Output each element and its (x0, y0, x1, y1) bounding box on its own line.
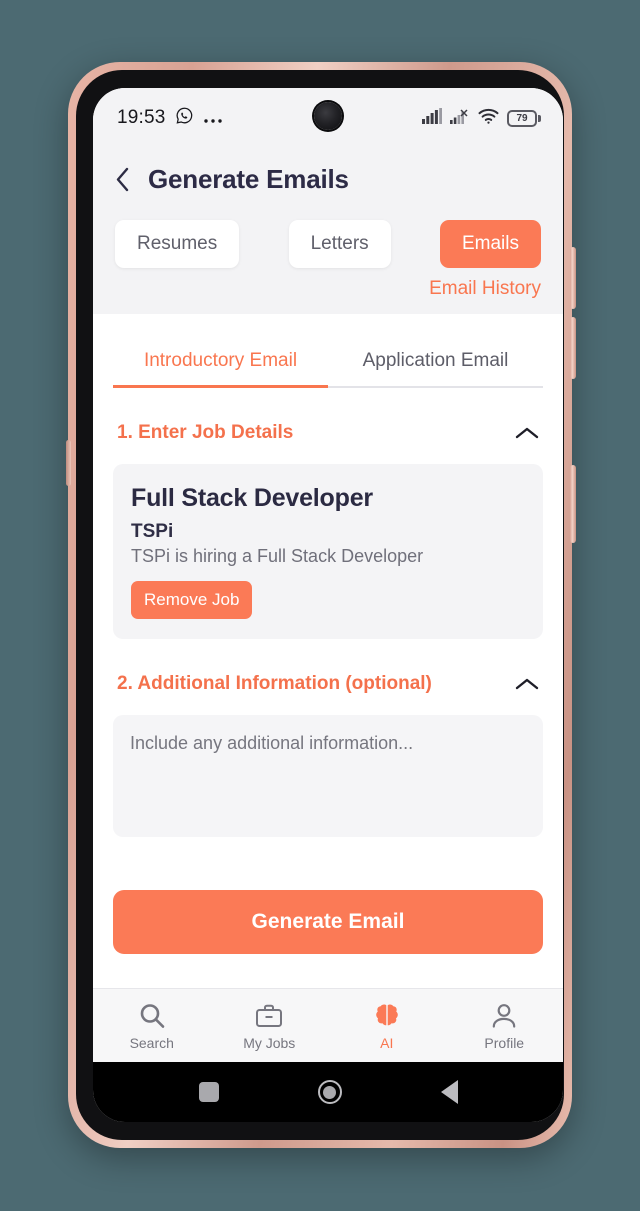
chevron-left-icon[interactable] (115, 167, 130, 192)
tab-application-email[interactable]: Application Email (328, 336, 543, 386)
additional-info-textarea[interactable] (113, 715, 543, 837)
chevron-up-icon[interactable] (515, 677, 539, 691)
content-area: 1. Enter Job Details Full Stack Develope… (93, 388, 563, 954)
search-icon (137, 1000, 167, 1032)
battery-indicator: 79 (507, 109, 541, 127)
battery-tip (538, 114, 541, 122)
section-title-job-details: 1. Enter Job Details (117, 422, 294, 443)
nav-item-my-jobs[interactable]: My Jobs (211, 989, 329, 1062)
system-navigation-bar (93, 1062, 563, 1122)
remove-job-button[interactable]: Remove Job (131, 581, 253, 619)
nav-item-ai[interactable]: AI (328, 989, 446, 1062)
email-history-link[interactable]: Email History (115, 278, 541, 300)
section-header-additional-info[interactable]: 2. Additional Information (optional) (113, 639, 543, 715)
nav-label-search: Search (129, 1035, 174, 1051)
phone-frame: 19:53 79 Generate Emails Resumes Letters… (68, 62, 572, 1148)
phone-screen: 19:53 79 Generate Emails Resumes Letters… (93, 88, 563, 1122)
generate-email-button[interactable]: Generate Email (113, 890, 543, 954)
job-title: Full Stack Developer (131, 484, 373, 512)
volume-down-button[interactable] (570, 317, 576, 379)
segment-resumes-button[interactable]: Resumes (115, 220, 240, 268)
signal-bars-icon (422, 107, 442, 129)
page-title: Generate Emails (148, 163, 349, 194)
volume-up-button[interactable] (570, 247, 576, 309)
document-type-segment-section: Resumes Letters Emails Email History (93, 210, 563, 314)
recents-square-icon[interactable] (198, 1082, 219, 1102)
nav-label-my-jobs: My Jobs (243, 1035, 296, 1051)
camera-punch-hole (314, 102, 342, 130)
status-bar-right: 79 (422, 107, 541, 129)
home-circle-icon[interactable] (317, 1080, 342, 1104)
chevron-up-icon[interactable] (515, 426, 539, 440)
nav-label-profile: Profile (484, 1035, 525, 1051)
section-header-job-details[interactable]: 1. Enter Job Details (113, 388, 543, 464)
job-company: TSPi (131, 521, 174, 542)
status-bar: 19:53 79 (93, 88, 563, 148)
whatsapp-icon (175, 106, 194, 130)
bottom-navigation-bar: Search My Jobs AI Profile (93, 988, 563, 1062)
signal-no-service-icon (450, 108, 470, 129)
segment-letters-button[interactable]: Letters (288, 220, 391, 268)
segment-emails-button[interactable]: Emails (439, 220, 541, 268)
wifi-icon (478, 108, 499, 129)
brain-icon (372, 1000, 402, 1032)
nav-item-search[interactable]: Search (93, 989, 211, 1062)
overflow-dots-icon (203, 108, 223, 129)
app-header: Generate Emails (93, 148, 563, 210)
nav-label-ai: AI (380, 1035, 394, 1051)
status-bar-left: 19:53 (117, 106, 223, 130)
job-description: TSPi is hiring a Full Stack Developer (131, 546, 424, 566)
back-triangle-icon[interactable] (440, 1080, 458, 1104)
email-type-tab-bar: Introductory Email Application Email (113, 336, 543, 388)
document-type-segment-row: Resumes Letters Emails (115, 220, 541, 268)
tab-introductory-email[interactable]: Introductory Email (113, 336, 328, 388)
briefcase-icon (254, 1000, 284, 1032)
nav-item-profile[interactable]: Profile (446, 989, 564, 1062)
power-button[interactable] (570, 465, 576, 543)
left-side-accent (66, 440, 71, 486)
status-time: 19:53 (117, 107, 166, 128)
person-icon (489, 1000, 519, 1032)
job-card: Full Stack Developer TSPi TSPi is hiring… (113, 464, 543, 639)
section-title-additional-info: 2. Additional Information (optional) (117, 673, 432, 694)
phone-bezel: 19:53 79 Generate Emails Resumes Letters… (76, 70, 564, 1140)
battery-level: 79 (507, 109, 537, 127)
